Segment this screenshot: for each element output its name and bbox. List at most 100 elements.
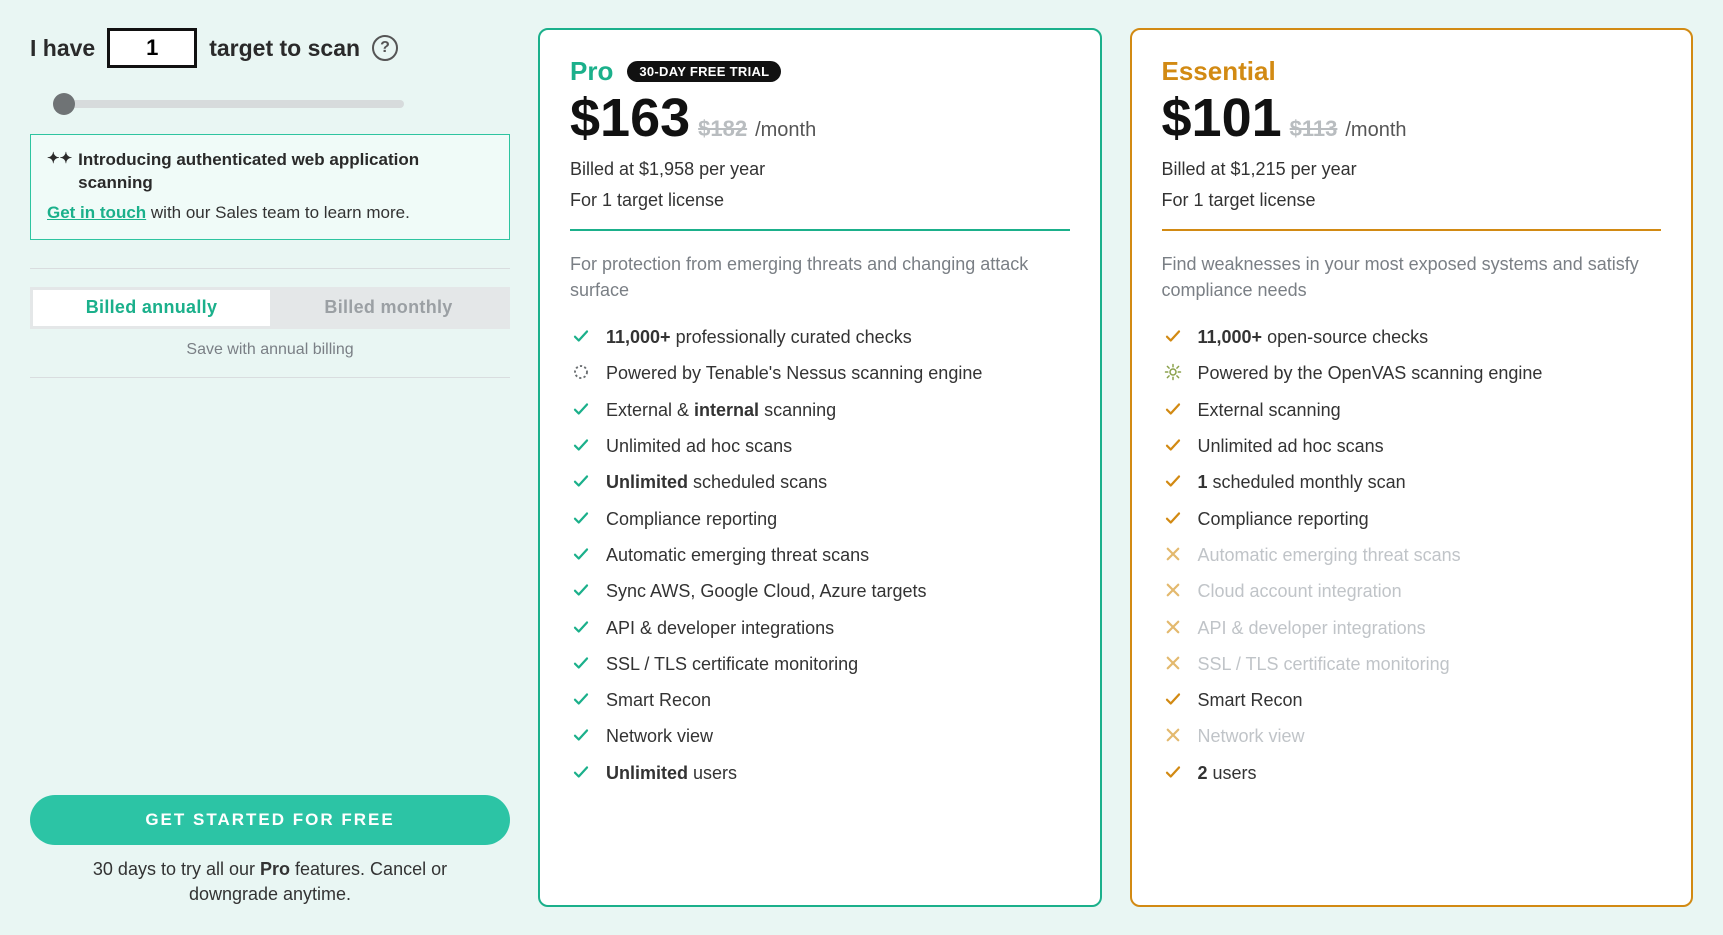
feature-text: Automatic emerging threat scans xyxy=(1198,543,1461,567)
check-icon xyxy=(570,327,592,345)
cross-icon xyxy=(1162,654,1184,672)
banner-text: Get in touch with our Sales team to lear… xyxy=(47,203,493,223)
slider-thumb[interactable] xyxy=(53,93,75,115)
feature-item: Network view xyxy=(1162,724,1662,748)
feature-text: Sync AWS, Google Cloud, Azure targets xyxy=(606,579,927,603)
check-icon xyxy=(570,436,592,454)
divider xyxy=(30,377,510,378)
feature-item: Cloud account integration xyxy=(1162,579,1662,603)
plan-divider xyxy=(1162,229,1662,231)
feature-item: Unlimited scheduled scans xyxy=(570,470,1070,494)
features-pro: 11,000+ professionally curated checks Pow… xyxy=(570,325,1070,785)
feature-item: API & developer integrations xyxy=(1162,616,1662,640)
get-in-touch-link[interactable]: Get in touch xyxy=(47,203,146,222)
feature-item: SSL / TLS certificate monitoring xyxy=(1162,652,1662,676)
plan-card-essential: Essential $101 $113 /month Billed at $1,… xyxy=(1130,28,1694,907)
sparkle-icon: ✦✦ xyxy=(47,151,72,166)
feature-item: Compliance reporting xyxy=(1162,507,1662,531)
billing-note: Save with annual billing xyxy=(30,341,510,359)
feature-text: Network view xyxy=(606,724,713,748)
target-prefix: I have xyxy=(30,35,95,62)
cross-icon xyxy=(1162,545,1184,563)
license-pro: For 1 target license xyxy=(570,190,1070,211)
sun-icon xyxy=(1162,363,1184,381)
feature-text: Compliance reporting xyxy=(606,507,777,531)
help-icon[interactable]: ? xyxy=(372,35,398,61)
feature-text: Powered by the OpenVAS scanning engine xyxy=(1198,361,1543,385)
target-slider[interactable] xyxy=(64,98,404,110)
divider xyxy=(30,268,510,269)
features-essential: 11,000+ open-source checksPowered by the… xyxy=(1162,325,1662,785)
target-count-input[interactable] xyxy=(107,28,197,68)
cta-note: 30 days to try all our Pro features. Can… xyxy=(30,857,510,907)
feature-text: External scanning xyxy=(1198,398,1341,422)
feature-text: Unlimited users xyxy=(606,761,737,785)
billed-pro: Billed at $1,958 per year xyxy=(570,159,1070,180)
feature-item: Unlimited ad hoc scans xyxy=(570,434,1070,458)
feature-text: 1 scheduled monthly scan xyxy=(1198,470,1406,494)
feature-item: 11,000+ professionally curated checks xyxy=(570,325,1070,349)
tagline-pro: For protection from emerging threats and… xyxy=(570,251,1070,303)
check-icon xyxy=(570,690,592,708)
check-icon xyxy=(1162,436,1184,454)
plan-name-essential: Essential xyxy=(1162,56,1276,87)
feature-item: SSL / TLS certificate monitoring xyxy=(570,652,1070,676)
feature-text: Compliance reporting xyxy=(1198,507,1369,531)
ring-icon xyxy=(570,363,592,381)
plan-name-pro: Pro xyxy=(570,56,613,87)
license-essential: For 1 target license xyxy=(1162,190,1662,211)
cross-icon xyxy=(1162,581,1184,599)
slider-track xyxy=(64,100,404,108)
feature-item: Compliance reporting xyxy=(570,507,1070,531)
cross-icon xyxy=(1162,618,1184,636)
feature-item: Unlimited users xyxy=(570,761,1070,785)
get-started-button[interactable]: GET STARTED FOR FREE xyxy=(30,795,510,845)
billed-essential: Billed at $1,215 per year xyxy=(1162,159,1662,180)
billing-toggle: Billed annually Billed monthly xyxy=(30,287,510,329)
banner-rest: with our Sales team to learn more. xyxy=(146,203,410,222)
feature-text: Unlimited scheduled scans xyxy=(606,470,827,494)
feature-text: SSL / TLS certificate monitoring xyxy=(1198,652,1450,676)
feature-text: Unlimited ad hoc scans xyxy=(606,434,792,458)
feature-text: Unlimited ad hoc scans xyxy=(1198,434,1384,458)
feature-item: Network view xyxy=(570,724,1070,748)
tab-billed-monthly[interactable]: Billed monthly xyxy=(270,290,507,326)
feature-text: External & internal scanning xyxy=(606,398,836,422)
feature-item: API & developer integrations xyxy=(570,616,1070,640)
feature-item: Powered by Tenable's Nessus scanning eng… xyxy=(570,361,1070,385)
target-suffix: target to scan xyxy=(209,35,360,62)
feature-text: Powered by Tenable's Nessus scanning eng… xyxy=(606,361,982,385)
check-icon xyxy=(570,763,592,781)
check-icon xyxy=(1162,690,1184,708)
tagline-essential: Find weaknesses in your most exposed sys… xyxy=(1162,251,1662,303)
feature-item: 1 scheduled monthly scan xyxy=(1162,470,1662,494)
feature-text: API & developer integrations xyxy=(1198,616,1426,640)
cross-icon xyxy=(1162,726,1184,744)
feature-text: API & developer integrations xyxy=(606,616,834,640)
feature-item: 2 users xyxy=(1162,761,1662,785)
tab-billed-annually[interactable]: Billed annually xyxy=(33,290,270,326)
feature-text: 2 users xyxy=(1198,761,1257,785)
feature-item: Automatic emerging threat scans xyxy=(1162,543,1662,567)
check-icon xyxy=(570,726,592,744)
feature-item: Powered by the OpenVAS scanning engine xyxy=(1162,361,1662,385)
check-icon xyxy=(570,618,592,636)
feature-text: Cloud account integration xyxy=(1198,579,1402,603)
feature-item: External & internal scanning xyxy=(570,398,1070,422)
check-icon xyxy=(570,472,592,490)
feature-item: Unlimited ad hoc scans xyxy=(1162,434,1662,458)
price-strike-pro: $182 xyxy=(698,116,747,142)
feature-item: Sync AWS, Google Cloud, Azure targets xyxy=(570,579,1070,603)
check-icon xyxy=(1162,327,1184,345)
check-icon xyxy=(1162,472,1184,490)
feature-text: Smart Recon xyxy=(606,688,711,712)
plan-card-pro: Pro 30-DAY FREE TRIAL $163 $182 /month B… xyxy=(538,28,1102,907)
feature-text: Automatic emerging threat scans xyxy=(606,543,869,567)
promo-banner: ✦✦ Introducing authenticated web applica… xyxy=(30,134,510,240)
check-icon xyxy=(570,654,592,672)
feature-text: Smart Recon xyxy=(1198,688,1303,712)
feature-item: External scanning xyxy=(1162,398,1662,422)
check-icon xyxy=(1162,400,1184,418)
check-icon xyxy=(1162,763,1184,781)
check-icon xyxy=(570,545,592,563)
